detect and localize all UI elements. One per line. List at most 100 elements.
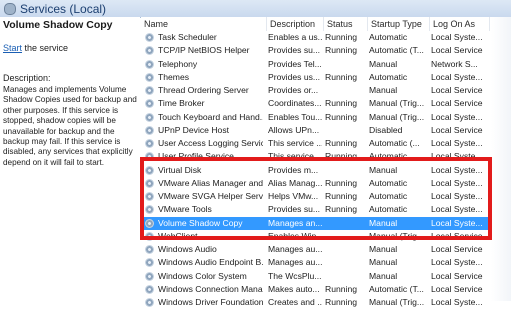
header-bar: Services (Local) [0, 0, 511, 18]
service-startup-type: Manual (Trig... [369, 297, 425, 307]
service-startup-type: Automatic [369, 191, 408, 201]
table-row[interactable]: WebClient Enables Win... Manual (Trig... Lo… [141, 230, 511, 243]
service-startup-type: Manual (Trig... [369, 230, 425, 241]
table-row[interactable]: TCP/IP NetBIOS Helper Provides su... Runni… [141, 44, 511, 57]
table-row[interactable]: Volume Shadow Copy Manages an... Manual Loc… [141, 216, 511, 230]
service-name: Windows Audio [158, 244, 217, 254]
gear-icon [145, 112, 154, 122]
gear-icon [145, 33, 154, 42]
table-row[interactable]: Themes Provides us... Running Automatic Loca… [141, 71, 511, 84]
service-log-on-as: Local Syste... [431, 32, 483, 42]
services-list: Task Scheduler Enables a us... Running Auto… [141, 31, 511, 309]
service-name: Time Broker [158, 98, 205, 109]
column-header-log-on-as[interactable]: Log On As [430, 17, 490, 31]
service-description-cell: Enables Tou... [268, 111, 322, 122]
service-status: Running [325, 297, 358, 307]
service-startup-type: Manual (Trig... [369, 111, 425, 122]
table-row[interactable]: Windows Color System The WcsPlu... Manual L… [141, 270, 511, 283]
page-title: Services (Local) [20, 2, 107, 16]
service-startup-type: Manual [369, 217, 398, 228]
service-log-on-as: Local Syste... [431, 177, 483, 188]
column-header-status[interactable]: Status [324, 17, 368, 31]
table-row[interactable]: Windows Audio Endpoint B... Manages au...… [141, 256, 511, 269]
table-row[interactable]: Time Broker Coordinates... Running Manual (… [141, 97, 511, 110]
service-name: Touch Keyboard and Hand... [158, 111, 263, 122]
table-row[interactable]: VMware Alias Manager and ... Alias Manag.… [141, 177, 511, 190]
service-status [325, 243, 365, 256]
service-name: UPnP Device Host [158, 124, 230, 135]
service-status: Running [325, 204, 358, 215]
table-row[interactable]: VMware Tools Provides su... Running Automat… [141, 203, 511, 216]
service-startup-type: Manual [369, 244, 398, 254]
service-startup-type: Automatic (T... [369, 45, 424, 56]
start-service-link[interactable]: Start [3, 43, 22, 53]
service-description-cell: Provides or... [268, 85, 319, 95]
service-name: User Access Logging Service [158, 138, 263, 148]
start-service-line: Start the service [3, 43, 68, 53]
services-table: Name Description Status Startup Type Log… [141, 17, 511, 307]
service-description-cell: This service ... [268, 138, 322, 148]
service-startup-type: Automatic [369, 177, 408, 188]
table-row[interactable]: Thread Ordering Server Provides or... Manu… [141, 84, 511, 97]
service-log-on-as: Local Syste... [431, 257, 483, 268]
table-row[interactable]: Windows Audio Manages au... Manual Local Se… [141, 243, 511, 256]
service-startup-type: Automatic (T... [369, 283, 424, 294]
service-log-on-as: Local Service [431, 230, 483, 241]
service-log-on-as: Local Service [431, 244, 483, 254]
service-description-cell: This service ... [268, 151, 322, 162]
table-row[interactable]: Task Scheduler Enables a us... Running Auto… [141, 31, 511, 44]
table-row[interactable]: Touch Keyboard and Hand... Enables Tou...… [141, 111, 511, 124]
service-log-on-as: Local Syste... [431, 297, 483, 307]
service-description-cell: Provides su... [268, 204, 321, 215]
service-log-on-as: Network S... [431, 58, 478, 69]
service-description-cell: Enables Win... [268, 230, 322, 241]
service-log-on-as: Local Syste... [431, 164, 483, 175]
service-name: VMware Alias Manager and ... [158, 177, 263, 188]
service-name: Themes [158, 71, 190, 82]
service-status [325, 164, 365, 177]
gear-icon [145, 125, 154, 135]
service-startup-type: Automatic [369, 204, 408, 215]
table-row[interactable]: Windows Driver Foundation... Creates and … [141, 296, 511, 309]
gear-icon [145, 72, 154, 82]
service-description-cell: Provides Tel... [268, 58, 322, 69]
column-header-name[interactable]: Name [141, 17, 267, 31]
table-row[interactable]: VMware SVGA Helper Service Helps VMw... Ru… [141, 190, 511, 203]
service-log-on-as: Local Syste... [431, 217, 483, 228]
service-name: Windows Connection Mana... [158, 283, 263, 294]
service-startup-type: Automatic [369, 32, 408, 42]
service-description-cell: Coordinates... [268, 98, 322, 109]
service-name: Windows Color System [158, 270, 247, 281]
table-row[interactable]: Telephony Provides Tel... Manual Network S.… [141, 58, 511, 71]
column-header-startup-type[interactable]: Startup Type [368, 17, 430, 31]
service-name: VMware SVGA Helper Service [158, 191, 263, 201]
service-log-on-as: Local Service [431, 270, 483, 281]
service-log-on-as: Local Service [431, 98, 483, 109]
gear-icon [145, 231, 154, 241]
table-row[interactable]: UPnP Device Host Allows UPn... Disabled Loc… [141, 124, 511, 137]
service-status: Running [325, 151, 358, 162]
service-status [325, 84, 365, 97]
gear-icon [145, 152, 154, 162]
service-status: Running [325, 45, 358, 56]
service-description-cell: Helps VMw... [268, 191, 319, 201]
column-header-description[interactable]: Description [267, 17, 324, 31]
service-status [325, 217, 365, 230]
service-description-cell: Allows UPn... [268, 124, 320, 135]
service-status [325, 230, 365, 243]
service-name: Volume Shadow Copy [158, 217, 243, 228]
service-status: Running [325, 71, 358, 82]
table-row[interactable]: User Access Logging Service This service … [141, 137, 511, 150]
table-row[interactable]: User Profile Service This service ... Runn… [141, 150, 511, 163]
service-description-cell: Makes auto... [268, 283, 320, 294]
gear-icon [145, 218, 154, 228]
table-row[interactable]: Windows Connection Mana... Makes auto... R… [141, 283, 511, 296]
gear-icon [145, 86, 154, 95]
service-startup-type: Manual [369, 58, 398, 69]
table-row[interactable]: Virtual Disk Provides m... Manual Local Sys… [141, 164, 511, 177]
service-status: Running [325, 283, 358, 294]
service-description-cell: Creates and ... [268, 297, 322, 307]
service-status [325, 124, 365, 137]
gear-icon [145, 139, 154, 148]
service-status: Running [325, 32, 358, 42]
